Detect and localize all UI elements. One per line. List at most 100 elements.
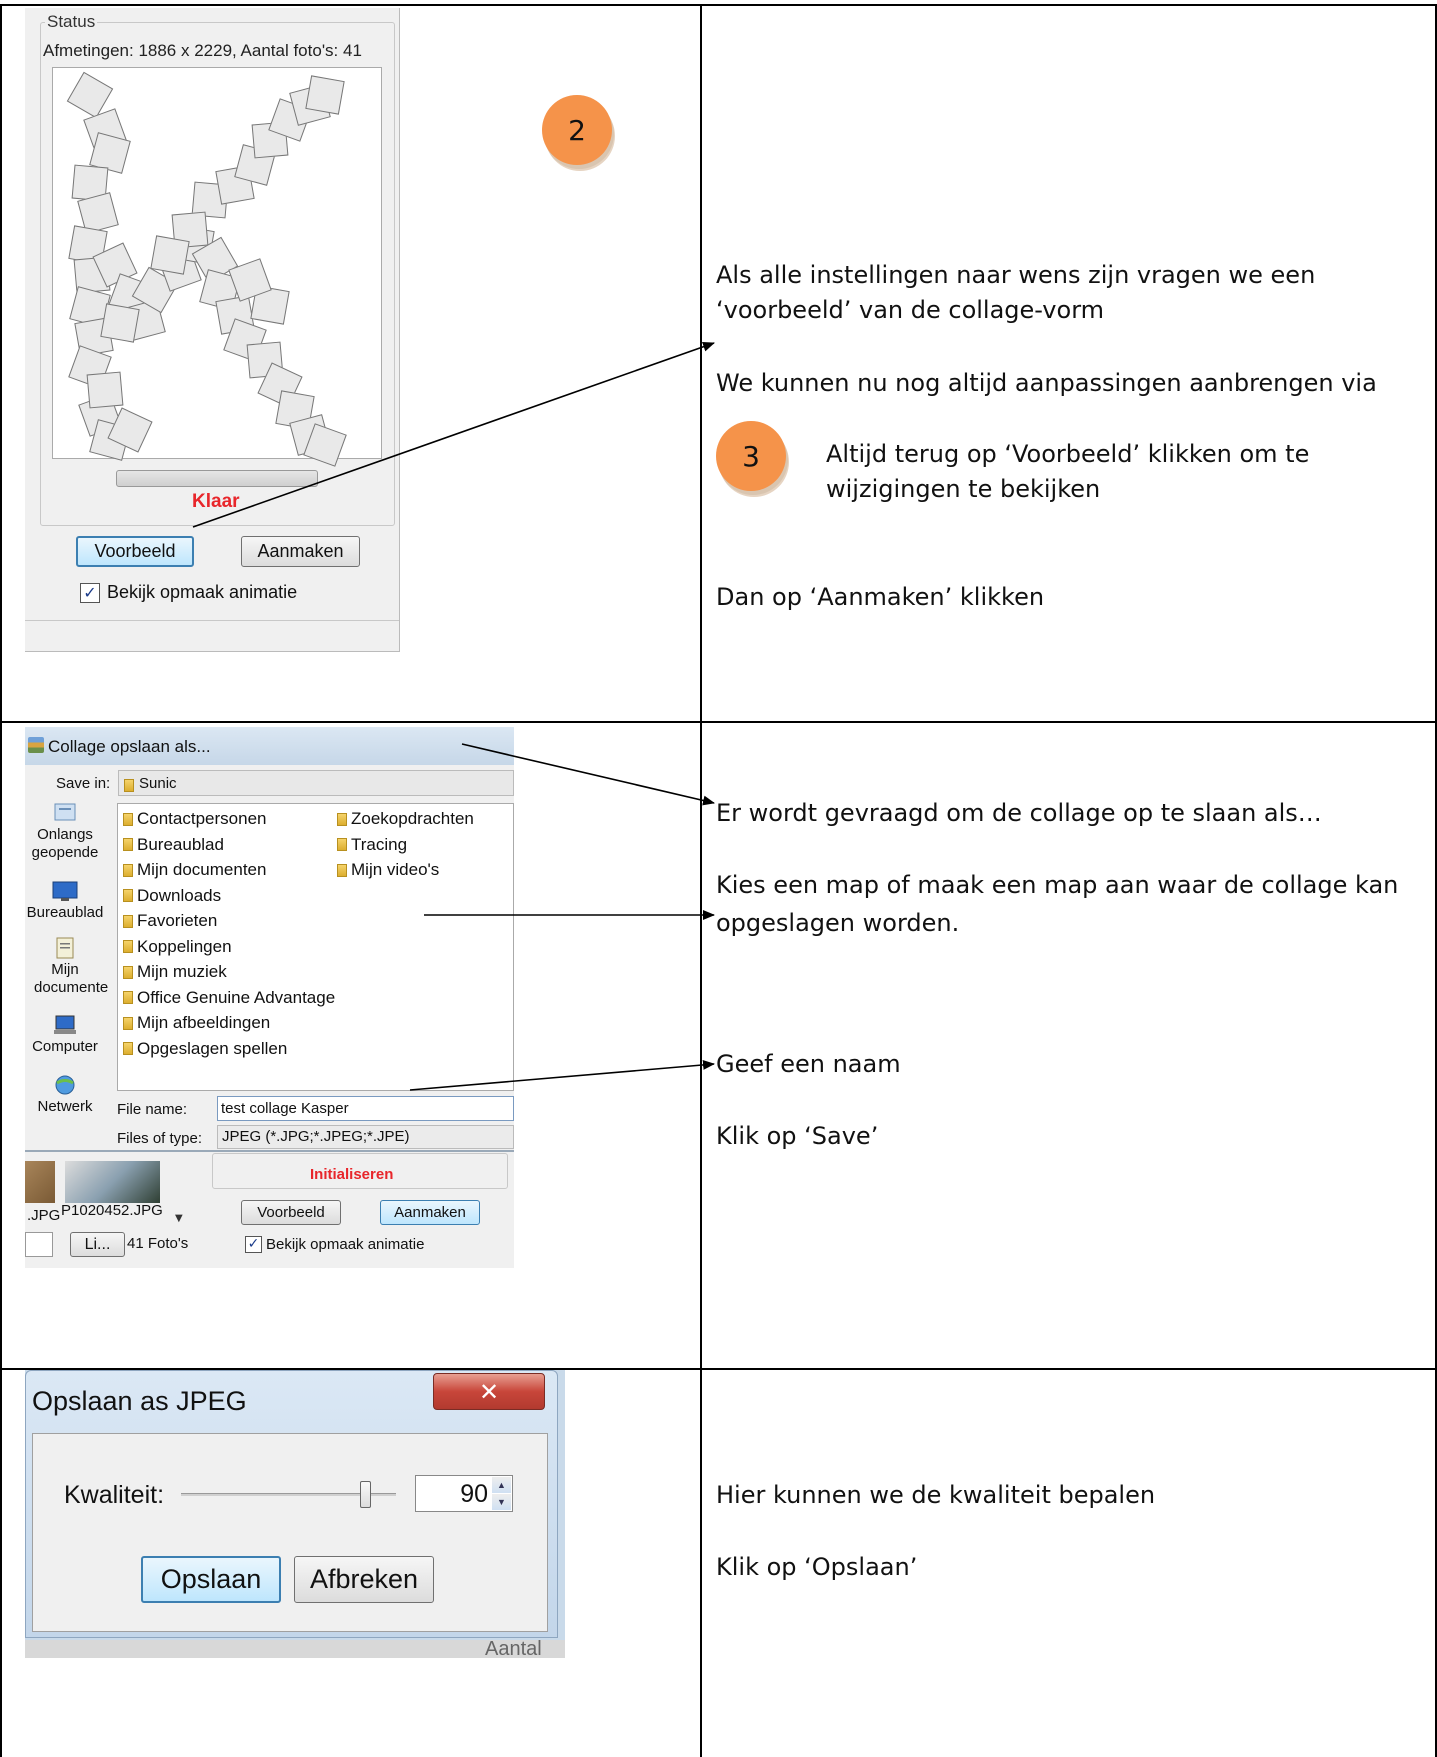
folder-item[interactable]: Tracing [337, 835, 407, 855]
folder-icon [123, 914, 133, 928]
save-in-combo[interactable] [118, 770, 514, 796]
spin-up-icon[interactable]: ▲ [492, 1477, 511, 1493]
place-network-label: Netwerk [37, 1098, 93, 1115]
behind-status-text: Initialiseren [310, 1166, 394, 1183]
folder-label: Mijn muziek [137, 962, 227, 981]
folder-icon [123, 1016, 133, 1030]
computer-icon [54, 1015, 76, 1034]
status-state-text: Klaar [192, 491, 240, 512]
folder-label: Mijn video's [351, 860, 440, 879]
app-icon [28, 737, 44, 753]
row2-text-line2: Kies een map of maak een map aan waar de… [716, 871, 1399, 899]
folder-label: Office Genuine Advantage [137, 987, 336, 1007]
documents-icon [56, 937, 74, 959]
folder-item[interactable]: Koppelingen [123, 937, 232, 957]
step-badge-3: 3 [716, 421, 786, 491]
folder-label: Zoekopdrachten [351, 809, 474, 828]
scroll-down-icon[interactable]: ▼ [175, 1213, 183, 1224]
file-name-input[interactable]: test collage Kasper [217, 1096, 514, 1121]
quality-value: 90 [460, 1480, 488, 1508]
folder-icon [123, 1042, 133, 1055]
folder-label: Koppelingen [137, 936, 232, 956]
jpeg-dialog-title: Opslaan as JPEG [32, 1386, 247, 1416]
file-type-select[interactable]: JPEG (*.JPG;*.JPEG;*.JPE) [217, 1125, 514, 1149]
row3-text-line1: Hier kunnen we de kwaliteit bepalen [716, 1481, 1156, 1509]
folder-icon [123, 965, 133, 979]
folder-icon [337, 812, 347, 826]
file-name-label: File name: [117, 1101, 188, 1118]
place-recent[interactable]: Onlangs geopende items [25, 802, 105, 864]
folder-icon [337, 863, 347, 877]
thumbnail-b [65, 1161, 160, 1203]
place-computer-label: Computer [32, 1038, 98, 1055]
folder-item[interactable]: Mijn afbeeldingen [123, 1013, 270, 1033]
folder-icon [123, 838, 133, 851]
place-documents[interactable]: Mijn documente [25, 937, 109, 997]
jpeg-dialog: Opslaan as JPEG ✕ Kwaliteit: 90 ▲ ▼ Opsl… [25, 1370, 558, 1638]
place-desktop-label: Bureaublad [26, 904, 104, 921]
desktop-icon [52, 881, 78, 901]
collage-tile [150, 235, 190, 275]
row1-text-line3: We kunnen nu nog altijd aanpassingen aan… [716, 369, 1377, 397]
row1-text-line5: wijzigingen te bekijken [826, 475, 1101, 503]
recent-items-icon [54, 803, 76, 821]
place-desktop[interactable]: Bureaublad [25, 880, 105, 922]
cancel-button[interactable]: Afbreken [294, 1556, 434, 1603]
collage-preview-canvas [52, 67, 382, 467]
close-button[interactable]: ✕ [433, 1373, 545, 1410]
list-button[interactable]: Li... [70, 1232, 125, 1257]
folder-item[interactable]: Favorieten [123, 911, 217, 931]
preview-button[interactable]: Voorbeeld [76, 536, 194, 567]
row2-text-line1: Er wordt gevraagd om de collage op te sl… [716, 799, 1322, 827]
place-network[interactable]: Netwerk [25, 1074, 105, 1116]
folder-label: Bureaublad [137, 834, 224, 854]
behind-create-button[interactable]: Aanmaken [380, 1200, 480, 1225]
folder-icon [123, 863, 133, 877]
network-globe-icon [55, 1075, 75, 1095]
folder-icon [123, 889, 133, 902]
animation-checkbox[interactable]: ✓ [80, 583, 100, 603]
place-computer[interactable]: Computer [25, 1014, 105, 1056]
folder-item[interactable]: Mijn documenten [123, 860, 266, 880]
row1-text-line1: Als alle instellingen naar wens zijn vra… [716, 261, 1316, 289]
photo-count: 41 Foto's [127, 1235, 189, 1252]
folder-item[interactable]: Zoekopdrachten [337, 809, 474, 829]
left-partial-box [25, 1232, 53, 1257]
file-type-label: Files of type: [117, 1130, 203, 1147]
behind-preview-button[interactable]: Voorbeeld [241, 1200, 341, 1225]
behind-window: .JPG P1020452.JPG ▼ Li... 41 Foto's Init… [25, 1153, 514, 1268]
folder-item[interactable]: Contactpersonen [123, 809, 266, 829]
collage-tile [86, 371, 124, 409]
folder-item[interactable]: Bureaublad [123, 835, 224, 855]
row1-text-line6: Dan op ‘Aanmaken’ klikken [716, 583, 1045, 611]
folder-item[interactable]: Mijn muziek [123, 962, 227, 982]
folder-item[interactable]: Opgeslagen spellen [123, 1039, 287, 1059]
spin-down-icon[interactable]: ▼ [492, 1494, 511, 1510]
collage-tile [305, 75, 345, 115]
quality-slider-thumb[interactable] [359, 1481, 371, 1508]
save-dialog-screenshot: .JPG P1020452.JPG ▼ Li... 41 Foto's Init… [25, 727, 514, 1268]
save-button[interactable]: Opslaan [141, 1556, 281, 1603]
collage-tiles [53, 68, 381, 467]
animation-checkbox-label: Bekijk opmaak animatie [107, 582, 298, 602]
row1-text-line2: ‘voorbeeld’ van de collage-vorm [716, 296, 1105, 324]
folder-item[interactable]: Office Genuine Advantage [123, 988, 335, 1008]
dimensions-text: Afmetingen: 1886 x 2229, Aantal foto's: … [43, 41, 362, 60]
save-as-dialog: Collage opslaan als... Save in: Sunic On… [25, 727, 514, 1152]
folder-label: Contactpersonen [137, 809, 267, 828]
folder-item[interactable]: Mijn video's [337, 860, 439, 880]
folder-icon [123, 991, 133, 1004]
quality-slider-track[interactable] [181, 1481, 396, 1508]
folder-icon [337, 838, 347, 851]
behind-animation-checkbox[interactable]: ✓ [245, 1236, 262, 1253]
folder-label: Opgeslagen spellen [137, 1038, 288, 1058]
jpeg-dialog-screenshot: Aantal Opslaan as JPEG ✕ Kwaliteit: 90 ▲… [25, 1370, 565, 1658]
folder-item[interactable]: Downloads [123, 886, 221, 906]
folder-label: Favorieten [137, 911, 218, 930]
behind-text: Aantal [485, 1638, 542, 1658]
quality-spinbox[interactable]: 90 ▲ ▼ [415, 1475, 513, 1512]
row1-text-line4: Altijd terug op ‘Voorbeeld’ klikken om t… [826, 440, 1310, 468]
progress-bar [116, 470, 318, 487]
place-documents-label: Mijn documente [34, 961, 109, 996]
create-button[interactable]: Aanmaken [241, 536, 360, 567]
